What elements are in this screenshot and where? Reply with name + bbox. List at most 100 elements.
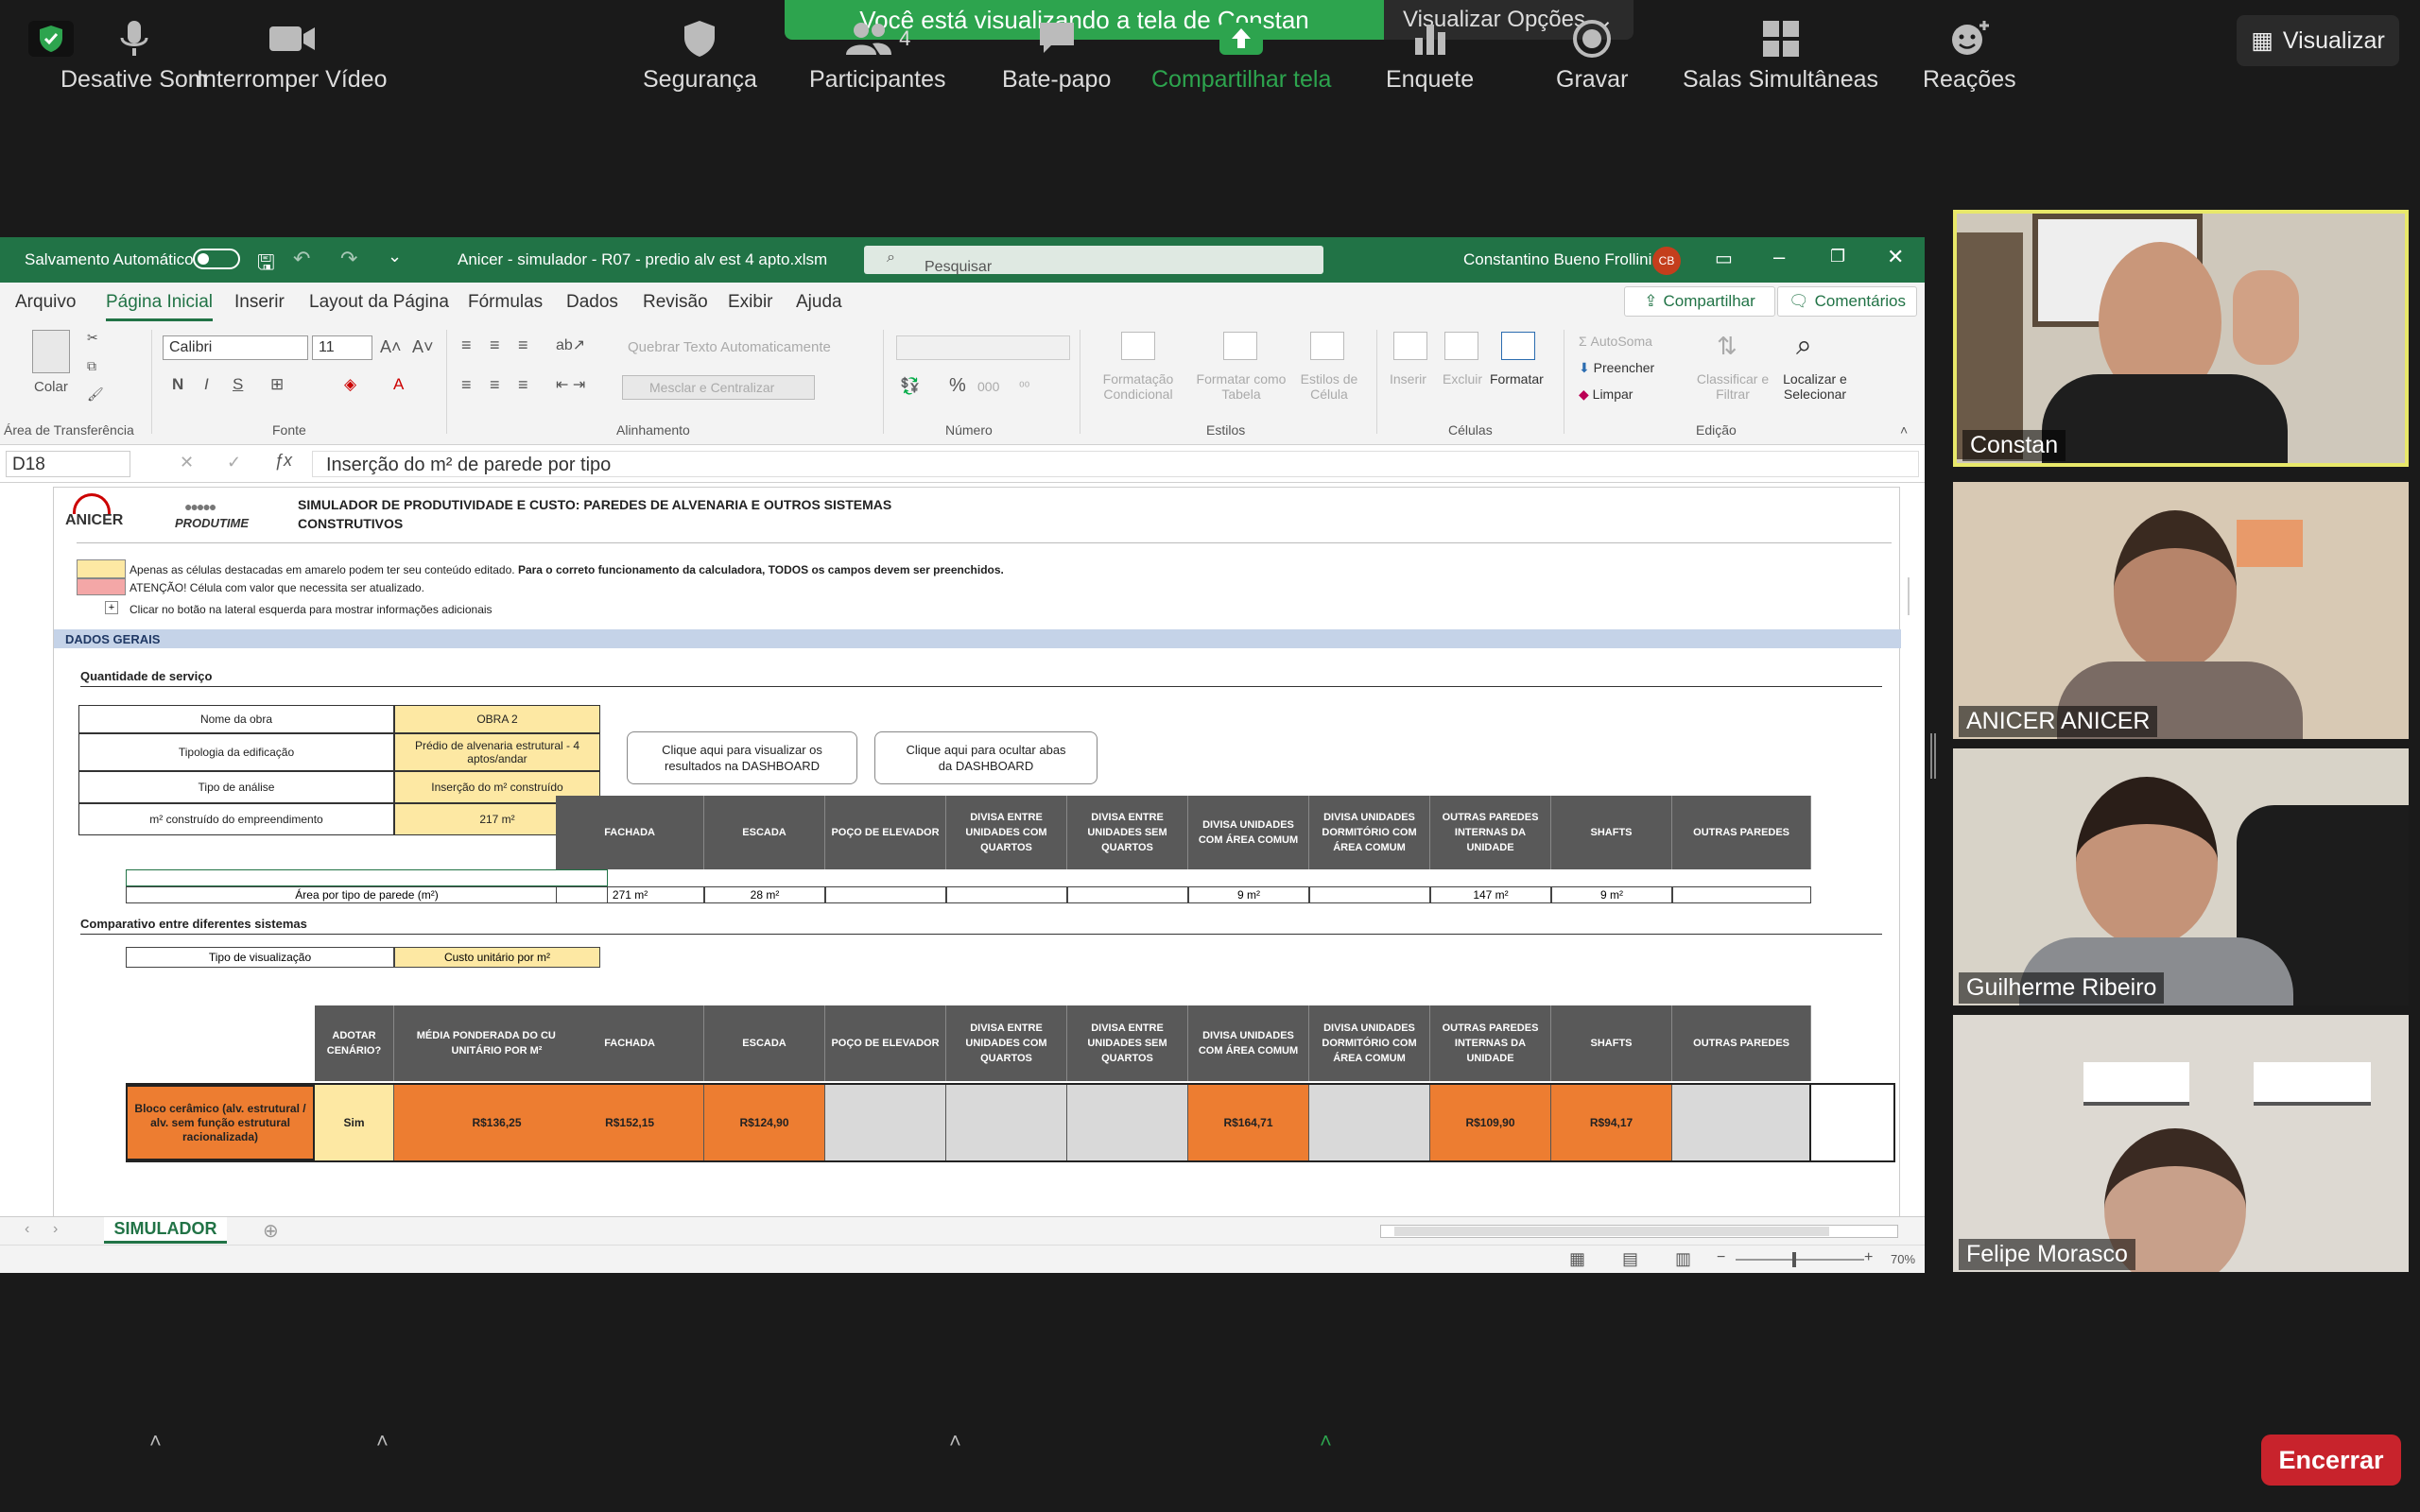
resize-handle[interactable] [1930,733,1936,779]
search-input[interactable]: ⌕ Pesquisar [864,246,1323,275]
close-icon[interactable]: ✕ [1887,245,1904,269]
cut-icon[interactable]: ✂ [87,330,98,346]
paste-label[interactable]: Colar [34,379,68,395]
font-color-icon[interactable]: A [393,375,404,394]
audio-options-chevron-icon[interactable]: ˄ [149,1429,162,1453]
formula-input[interactable]: Inserção do m² de parede por tipo [312,451,1919,477]
number-format-select[interactable] [896,335,1070,360]
find-icon[interactable]: ⌕ [1796,330,1812,362]
page-break-icon[interactable]: ▥ [1675,1249,1691,1269]
mute-button[interactable]: Desative Som [60,19,208,94]
video-options-chevron-icon[interactable]: ˄ [376,1429,389,1453]
cell-styles-icon[interactable] [1310,332,1344,360]
thousands-icon[interactable]: 000 [977,379,999,394]
format-painter-icon[interactable]: 🖌 [87,387,104,403]
zoom-in-icon[interactable]: + [1864,1249,1873,1266]
collapse-ribbon-icon[interactable]: ˄ [1900,422,1908,438]
sort-filter-icon[interactable]: ⇅ [1717,332,1737,361]
system-adopt-cell[interactable]: Sim [315,1085,394,1160]
tab-ajuda[interactable]: Ajuda [796,292,842,313]
chat-button[interactable]: Bate-papo [1002,19,1111,94]
horizontal-scrollbar[interactable] [1380,1225,1898,1238]
fill-button[interactable]: ⬇ Preencher [1579,360,1654,376]
cancel-icon[interactable]: ✕ [180,453,194,472]
ribbon-display-icon[interactable]: ▭ [1715,247,1733,270]
restore-icon[interactable]: ❐ [1830,247,1845,266]
next-sheet-icon[interactable]: › [53,1221,58,1238]
tab-dados[interactable]: Dados [566,292,618,313]
format-cells-label[interactable]: Formatar [1490,371,1544,387]
show-dashboard-button[interactable]: Clique aqui para visualizar os resultado… [627,731,857,784]
clear-button[interactable]: ◆ Limpar [1579,387,1633,403]
share-screen-button[interactable]: Compartilhar tela [1151,19,1331,94]
zoom-level[interactable]: 70% [1891,1252,1915,1266]
delete-cells-label[interactable]: Excluir [1443,371,1482,387]
tab-layout[interactable]: Layout da Página [309,292,449,313]
record-button[interactable]: Gravar [1556,19,1628,94]
format-cells-icon[interactable] [1501,332,1535,360]
breakout-rooms-button[interactable]: Salas Simultâneas [1683,19,1878,94]
currency-icon[interactable]: 💱 [900,377,920,396]
minimize-icon[interactable]: – [1773,245,1785,269]
user-avatar[interactable]: CB [1652,247,1681,275]
page-layout-icon[interactable]: ▤ [1622,1249,1638,1269]
decimal-icon[interactable]: ⁰⁰ [1019,379,1029,395]
format-table-label[interactable]: Formatar como Tabela [1189,371,1293,402]
field-value-0[interactable]: OBRA 2 [394,705,600,733]
tab-revisao[interactable]: Revisão [643,292,708,313]
underline-icon[interactable]: S [233,375,243,394]
function-icon[interactable]: ƒx [274,451,292,471]
participants-button[interactable]: 4 Participantes [809,19,946,94]
hide-dashboard-button[interactable]: Clique aqui para ocultar abas da DASHBOA… [874,731,1098,784]
orientation-icon[interactable]: ab↗ [556,335,585,354]
expand-icon[interactable]: + [105,601,118,614]
enter-icon[interactable]: ✓ [227,453,241,472]
delete-cells-icon[interactable] [1444,332,1478,360]
tab-arquivo[interactable]: Arquivo [15,292,76,313]
align-right-icon[interactable]: ≡ [518,375,528,395]
sheet-tab-simulador[interactable]: SIMULADOR [104,1217,227,1244]
participant-tile-2[interactable]: Guilherme Ribeiro [1953,748,2409,1005]
fill-color-icon[interactable]: ◈ [344,375,356,394]
copy-icon[interactable]: ⧉ [87,358,96,374]
align-middle-icon[interactable]: ≡ [490,335,500,355]
add-sheet-icon[interactable]: ⊕ [263,1219,279,1243]
indent-icon[interactable]: ⇤ ⇥ [556,375,585,394]
reactions-button[interactable]: Reações [1923,19,2016,94]
stop-video-button[interactable]: Interromper Vídeo [197,19,388,94]
share-options-chevron-icon[interactable]: ˄ [1320,1429,1332,1453]
grow-font-icon[interactable]: A˄ [380,337,402,357]
name-box[interactable]: D18 [6,451,130,477]
italic-icon[interactable]: I [204,375,209,394]
tab-inserir[interactable]: Inserir [234,292,285,313]
font-size-select[interactable]: 11 [312,335,372,360]
wrap-text-button[interactable]: Quebrar Texto Automaticamente [628,339,831,355]
insert-cells-label[interactable]: Inserir [1390,371,1426,387]
insert-cells-icon[interactable] [1393,332,1427,360]
zoom-out-icon[interactable]: − [1717,1249,1725,1266]
save-icon[interactable]: 🖫 [257,247,275,283]
participant-tile-1[interactable]: ANICER ANICER [1953,482,2409,739]
shrink-font-icon[interactable]: A˅ [412,337,434,357]
bold-icon[interactable]: N [172,375,183,394]
prev-sheet-icon[interactable]: ‹ [25,1221,29,1238]
participants-options-chevron-icon[interactable]: ˄ [949,1429,961,1453]
tab-pagina-inicial[interactable]: Página Inicial [106,292,214,321]
security-button[interactable]: Segurança [643,19,757,94]
undo-icon[interactable]: ↶ [293,247,310,271]
format-table-icon[interactable] [1223,332,1257,360]
customize-toolbar-icon[interactable]: ⌄ [388,247,402,266]
zoom-slider[interactable] [1736,1252,1864,1267]
field-value-1[interactable]: Prédio de alvenaria estrutural - 4 aptos… [394,733,600,771]
view-button[interactable]: ▦ Visualizar [2237,15,2399,66]
border-icon[interactable]: ⊞ [270,375,284,394]
cell-styles-label[interactable]: Estilos de Célula [1291,371,1367,402]
tab-exibir[interactable]: Exibir [728,292,773,313]
autosave-toggle[interactable] [193,249,240,269]
align-center-icon[interactable]: ≡ [490,375,500,395]
vertical-scrollbar[interactable] [1908,577,1910,615]
participant-tile-3[interactable]: Felipe Morasco [1953,1015,2409,1272]
autosum-button[interactable]: Σ AutoSoma [1579,334,1652,349]
font-name-select[interactable]: Calibri [163,335,308,360]
percent-icon[interactable]: % [949,375,966,397]
